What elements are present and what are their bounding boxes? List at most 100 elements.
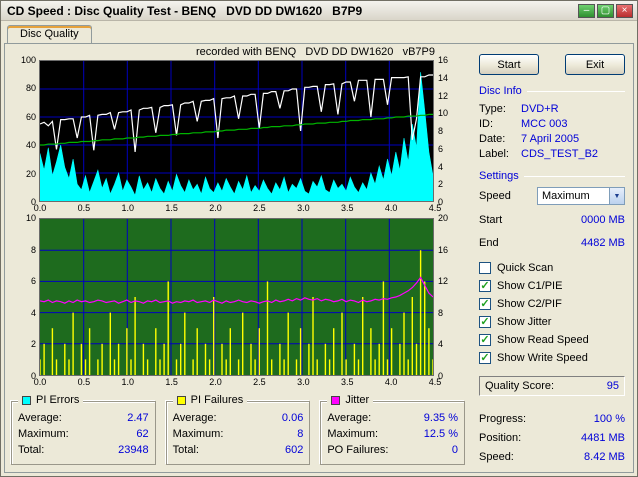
speed-status-value: 8.42 MB [584,451,625,463]
speed-row: Speed Maximum ▼ [479,187,625,205]
position-value: 4481 MB [580,432,625,444]
status-block: Progress: 100 % Position: 4481 MB Speed: 8.… [479,410,625,467]
bottom-chart-plot [39,218,434,376]
checkbox-label: Show Write Speed [497,352,588,364]
window-controls: – ▢ × [578,3,633,18]
start-label: Start [479,214,503,226]
legend-label: Total: [172,444,199,456]
legend-label: Average: [327,412,372,424]
position-label: Position: [479,432,522,444]
bottom-chart-row: 10 8 6 4 2 0 20 16 12 8 4 0 [9,213,467,381]
quick-scan-checkbox[interactable] [479,262,491,274]
info-value: 7 April 2005 [521,133,580,145]
speed-select[interactable]: Maximum ▼ [537,187,625,205]
show-read-speed-checkbox[interactable] [479,334,491,346]
checkbox-label: Show Jitter [497,316,552,328]
quality-score-label: Quality Score: [485,380,555,392]
legend-title: Jitter [345,394,370,406]
info-label: Type: [479,103,506,115]
disc-info-header-label: Disc Info [479,85,522,97]
control-panel: Start Exit Disc Info Type: DVD+R ID: MCC 0… [467,46,633,472]
legend-title: PI Failures [190,394,244,406]
pi-errors-title: PI Errors [18,394,84,406]
legend-row-average: Average: 9.35 % [327,410,458,426]
tabstrip: Disc Quality [1,21,637,43]
legend-value: 0 [451,444,459,456]
chevron-down-icon[interactable]: ▼ [609,188,624,204]
jitter-title: Jitter [327,394,374,406]
speed-status-label: Speed: [479,451,514,463]
legend-row-average: Average: 0.06 [173,410,304,426]
start-button[interactable]: Start [479,54,539,75]
disc-id-row: ID: MCC 003 [479,117,625,132]
exit-button[interactable]: Exit [565,54,625,75]
show-c2-pif-row[interactable]: Show C2/PIF [479,295,625,313]
progress-label: Progress: [479,413,527,425]
top-chart-plot [39,60,434,202]
settings-header-label: Settings [479,170,519,182]
pi-failures-swatch [176,395,186,405]
legend-value: 602 [284,444,304,456]
window-title: CD Speed : Disc Quality Test - BENQ DVD … [7,3,363,18]
info-value: MCC 003 [521,118,568,130]
show-c1-pie-checkbox[interactable] [479,280,491,292]
recorded-with-label: recorded with BENQ DVD DD DW1620 vB7P9 [195,46,435,58]
divider [523,175,625,177]
pie-speed-chart [39,61,434,202]
position-row: Position: 4481 MB [479,429,625,448]
legend-row-total: Total: 602 [173,442,304,458]
checkbox-list: Quick Scan Show C1/PIE Show C2/PIF Show … [479,259,625,367]
info-label: ID: [479,118,494,130]
top-chart-x-axis: 0.0 0.5 1.0 1.5 2.0 2.5 3.0 3.5 4.0 4.5 [33,203,442,213]
start-value: 0000 MB [580,214,625,226]
legend-row-maximum: Maximum: 12.5 % [327,426,458,442]
legend-label: Total: [18,444,45,456]
progress-row: Progress: 100 % [479,410,625,429]
quality-score-value: 95 [606,380,619,392]
jitter-swatch [331,395,341,405]
show-write-speed-checkbox[interactable] [479,352,491,364]
show-jitter-checkbox[interactable] [479,316,491,328]
legend-value: 9.35 % [423,412,459,424]
bottom-chart-x-axis: 0.0 0.5 1.0 1.5 2.0 2.5 3.0 3.5 4.0 4.5 [33,377,442,387]
speed-status-row: Speed: 8.42 MB [479,448,625,467]
legend-value: 23948 [118,444,149,456]
checkbox-label: Show C1/PIE [497,280,563,292]
legend-label: PO Failures: [327,444,389,456]
legend-row-average: Average: 2.47 [18,410,149,426]
pi-failures-box: PI Failures Average: 0.06 Maximum: 8 Total… [165,394,311,465]
legend-title: PI Errors [36,394,80,406]
pi-failures-title: PI Failures [172,394,248,406]
pi-errors-box: PI Errors Average: 2.47 Maximum: 62 Total:… [11,394,156,465]
disc-info-header: Disc Info [479,85,625,97]
legend-value: 12.5 % [423,428,459,440]
end-value: 4482 MB [580,237,625,249]
close-button[interactable]: × [616,3,633,18]
legend-value: 0.06 [281,412,304,424]
top-chart-left-axis: 100 80 60 40 20 0 [20,55,36,207]
pi-errors-swatch [22,395,31,405]
progress-value: 100 % [593,413,625,425]
show-read-speed-row[interactable]: Show Read Speed [479,331,625,349]
jitter-box: Jitter Average: 9.35 % Maximum: 12.5 % PO … [320,394,466,465]
settings-header: Settings [479,170,625,182]
minimize-button[interactable]: – [578,3,595,18]
show-jitter-row[interactable]: Show Jitter [479,313,625,331]
show-c2-pif-checkbox[interactable] [479,298,491,310]
tab-disc-quality[interactable]: Disc Quality [7,25,92,43]
legend-value: 2.47 [127,412,149,424]
end-position-row: End 4482 MB [479,236,625,251]
app-window: CD Speed : Disc Quality Test - BENQ DVD … [0,0,638,477]
close-icon: × [621,4,628,16]
legend-row: PI Errors Average: 2.47 Maximum: 62 Total:… [11,394,466,465]
show-write-speed-row[interactable]: Show Write Speed [479,349,625,367]
legend-row-maximum: Maximum: 62 [18,426,149,442]
disc-type-row: Type: DVD+R [479,102,625,117]
maximize-button[interactable]: ▢ [597,3,614,18]
quick-scan-row[interactable]: Quick Scan [479,259,625,277]
checkbox-label: Quick Scan [497,262,554,274]
show-c1-pie-row[interactable]: Show C1/PIE [479,277,625,295]
titlebar[interactable]: CD Speed : Disc Quality Test - BENQ DVD … [1,1,637,21]
legend-label: Maximum: [18,428,69,440]
maximize-icon: ▢ [600,4,611,16]
